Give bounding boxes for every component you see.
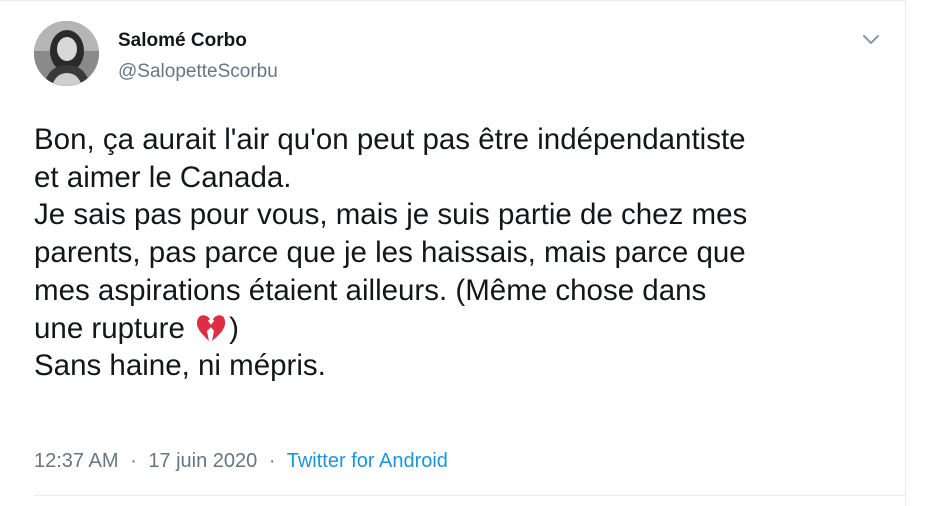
divider	[34, 495, 906, 496]
more-options-button[interactable]	[858, 28, 884, 50]
tweet-source-link[interactable]: Twitter for Android	[287, 450, 448, 472]
broken-heart-icon	[195, 313, 227, 343]
tweet-line: Sans haine, ni mépris.	[34, 349, 326, 383]
tweet-line-text: une rupture	[34, 311, 185, 345]
tweet-line: parents, pas parce que je les haissais, …	[34, 236, 746, 270]
author-handle[interactable]: @SalopetteScorbu	[118, 61, 278, 83]
meta-separator: ·	[268, 450, 276, 472]
tweet-line: et aimer le Canada.	[34, 160, 292, 194]
divider	[0, 0, 906, 1]
tweet-line: Bon, ça aurait l'air qu'on peut pas être…	[34, 123, 746, 156]
tweet-date[interactable]: 17 juin 2020	[148, 450, 257, 472]
tweet-card: Salomé Corbo @SalopetteScorbu Bon, ça au…	[0, 0, 906, 506]
tweet-line-text: )	[229, 311, 239, 345]
meta-separator: ·	[130, 450, 137, 472]
avatar[interactable]	[34, 21, 99, 86]
tweet-line: mes aspirations étaient ailleurs. (Même …	[34, 273, 707, 307]
avatar-photo-icon	[34, 21, 99, 86]
tweet-time[interactable]: 12:37 AM	[34, 450, 119, 472]
tweet-line: Je sais pas pour vous, mais je suis part…	[34, 198, 748, 232]
tweet-line: une rupture )	[34, 310, 894, 348]
tweet-text: Bon, ça aurait l'air qu'on peut pas être…	[34, 121, 894, 385]
author-name[interactable]: Salomé Corbo	[118, 30, 247, 52]
tweet-meta: 12:37 AM · 17 juin 2020 · Twitter for An…	[34, 450, 448, 473]
chevron-down-icon	[863, 35, 879, 44]
